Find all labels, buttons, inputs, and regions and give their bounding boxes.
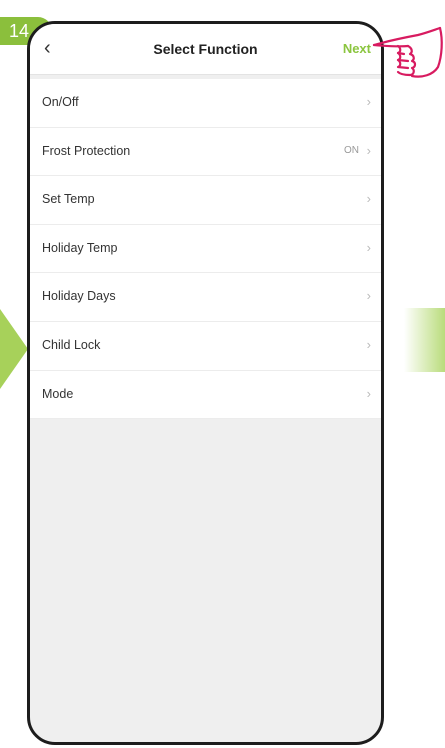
chevron-right-icon: › [366, 191, 371, 207]
phone-frame: ‹ Select Function Next On/Off › Frost Pr… [27, 21, 384, 745]
function-item-mode[interactable]: Mode › [30, 371, 381, 420]
left-arrow-icon [0, 309, 28, 389]
next-button[interactable]: Next [343, 41, 371, 56]
function-item-set-temp[interactable]: Set Temp › [30, 176, 381, 225]
function-label: Set Temp [42, 192, 95, 207]
function-label: Mode [42, 386, 74, 401]
chevron-right-icon: › [366, 336, 371, 352]
pointing-hand-icon [372, 26, 443, 78]
chevron-right-icon: › [366, 239, 371, 255]
function-item-holiday-days[interactable]: Holiday Days › [30, 273, 381, 322]
right-arrow-icon [404, 308, 445, 372]
chevron-right-icon: › [366, 385, 371, 401]
function-list: On/Off › Frost Protection ON › Set Temp … [30, 79, 381, 420]
chevron-right-icon: › [366, 94, 371, 109]
function-item-holiday-temp[interactable]: Holiday Temp › [30, 225, 381, 274]
function-value: ON [344, 144, 359, 156]
function-label: On/Off [42, 95, 79, 109]
function-item-child-lock[interactable]: Child Lock › [30, 322, 381, 371]
function-label: Frost Protection [42, 143, 131, 158]
function-item-onoff[interactable]: On/Off › [30, 79, 381, 128]
top-bar: ‹ Select Function Next [30, 24, 381, 75]
page-title: Select Function [153, 41, 258, 57]
function-label: Holiday Temp [42, 240, 118, 255]
function-item-frost-protection[interactable]: Frost Protection ON › [30, 128, 381, 177]
function-label: Holiday Days [42, 289, 116, 304]
chevron-right-icon: › [366, 142, 371, 158]
function-label: Child Lock [42, 337, 101, 352]
chevron-right-icon: › [366, 288, 371, 304]
